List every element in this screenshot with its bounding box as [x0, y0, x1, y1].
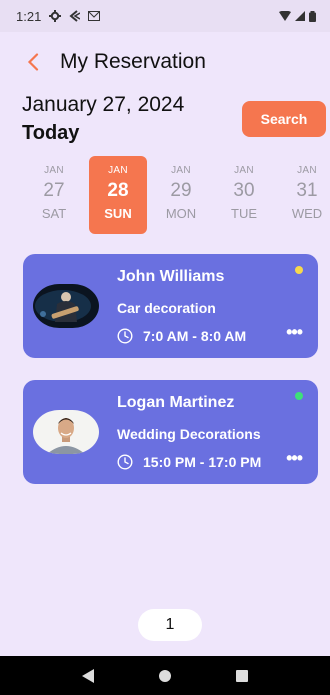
customer-photo — [33, 410, 99, 454]
more-options-button[interactable]: ••• — [286, 322, 303, 343]
nav-home-button[interactable] — [153, 664, 177, 688]
time-row: 7:0 AM - 8:0 AM — [117, 328, 246, 344]
more-options-button[interactable]: ••• — [286, 448, 303, 469]
day-number: 27 — [43, 180, 65, 201]
status-indicator — [295, 266, 303, 274]
app-header: My Reservation — [0, 44, 330, 80]
pagination-page[interactable]: 1 — [138, 609, 202, 641]
day-weekday: SAT — [41, 206, 67, 221]
today-label: Today — [22, 122, 80, 144]
nav-recents-button[interactable] — [230, 664, 254, 688]
clock-icon — [117, 328, 133, 344]
reservation-card[interactable]: John Williams Car decoration 7:0 AM - 8:… — [23, 254, 318, 358]
battery-icon — [309, 10, 316, 22]
search-button[interactable]: Search — [242, 101, 326, 137]
day-month: JAN — [234, 165, 254, 176]
day-item-jan-31[interactable]: JAN 31 WED — [278, 156, 330, 234]
day-month: JAN — [44, 165, 64, 176]
day-weekday: WED — [291, 206, 323, 221]
day-item-jan-28[interactable]: JAN 28 SUN — [89, 156, 147, 234]
day-item-jan-27[interactable]: JAN 27 SAT — [25, 156, 83, 234]
day-number: 29 — [170, 180, 192, 201]
day-month: JAN — [171, 165, 191, 176]
reservation-time: 15:0 PM - 17:0 PM — [143, 454, 262, 470]
settings-gear-icon — [49, 10, 62, 22]
time-row: 15:0 PM - 17:0 PM — [117, 454, 261, 470]
current-date: January 27, 2024 — [22, 93, 185, 116]
customer-name: Logan Martinez — [117, 394, 235, 411]
nav-back-button[interactable] — [76, 664, 100, 688]
system-nav-bar — [0, 656, 330, 695]
accessibility-icon — [69, 10, 81, 22]
service-name: Car decoration — [117, 300, 216, 316]
day-number: 31 — [296, 180, 318, 201]
customer-name: John Williams — [117, 268, 225, 285]
wifi-icon — [279, 11, 291, 21]
chevron-left-icon — [27, 53, 39, 71]
circle-home-icon — [158, 669, 171, 682]
status-indicator — [295, 392, 303, 400]
day-number: 30 — [233, 180, 255, 201]
day-item-jan-30[interactable]: JAN 30 TUE — [215, 156, 273, 234]
reservation-card[interactable]: Logan Martinez Wedding Decorations 15:0 … — [23, 380, 318, 484]
day-number: 28 — [107, 180, 129, 201]
mail-icon — [88, 11, 101, 21]
back-button[interactable] — [22, 48, 44, 76]
triangle-back-icon — [82, 668, 95, 683]
page-title: My Reservation — [60, 50, 206, 73]
status-time: 1:21 — [16, 8, 42, 24]
status-bar: 1:21 — [0, 0, 330, 32]
day-month: JAN — [108, 165, 128, 176]
day-selector: JAN 27 SAT JAN 28 SUN JAN 29 MON JAN 30 … — [0, 156, 330, 234]
customer-photo — [33, 284, 99, 328]
signal-icon — [295, 11, 305, 21]
clock-icon — [117, 454, 133, 470]
square-recents-icon — [235, 669, 248, 682]
day-weekday: SUN — [104, 206, 132, 221]
reservation-time: 7:0 AM - 8:0 AM — [143, 328, 247, 344]
service-name: Wedding Decorations — [117, 426, 261, 442]
day-weekday: MON — [165, 206, 197, 221]
day-item-jan-29[interactable]: JAN 29 MON — [152, 156, 210, 234]
day-weekday: TUE — [231, 206, 257, 221]
day-month: JAN — [297, 165, 317, 176]
